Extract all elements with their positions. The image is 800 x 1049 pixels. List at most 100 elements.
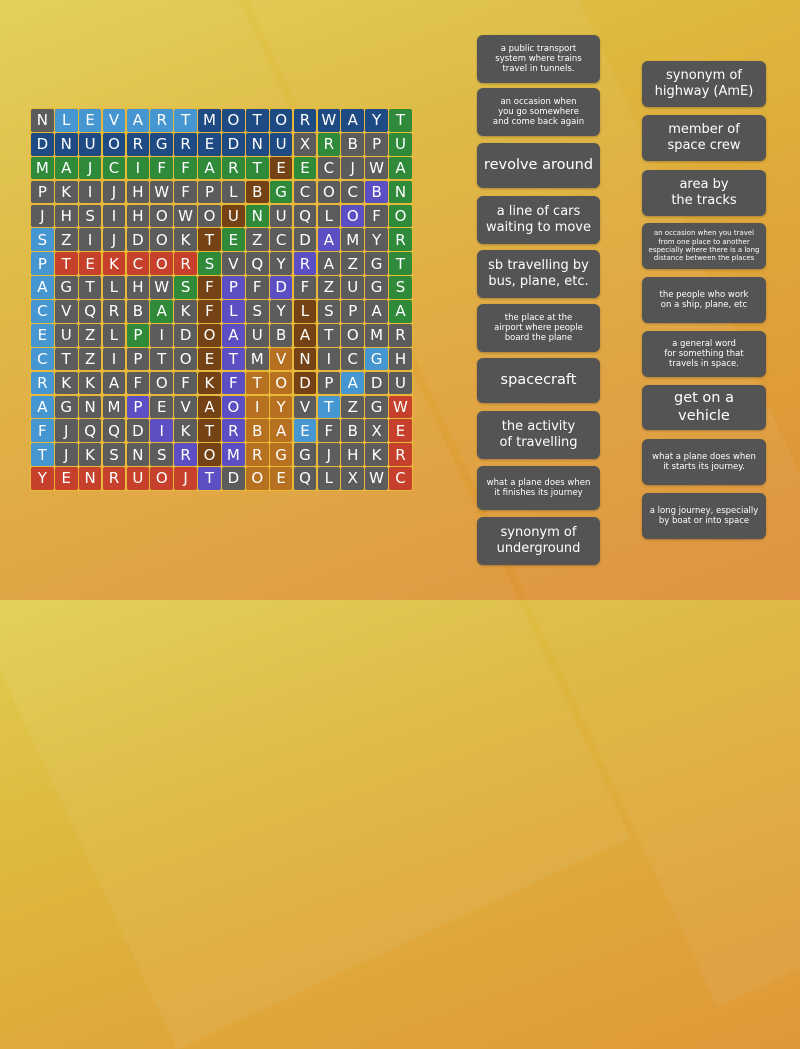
grid-cell[interactable]: E	[198, 347, 221, 371]
grid-cell[interactable]: F	[174, 371, 197, 395]
grid-cell[interactable]: Z	[78, 323, 102, 347]
grid-cell[interactable]: I	[102, 347, 126, 371]
grid-cell[interactable]: M	[102, 395, 126, 419]
grid-cell[interactable]: J	[174, 467, 197, 490]
grid-cell[interactable]: H	[54, 204, 78, 228]
grid-cell[interactable]: Y	[269, 300, 293, 323]
grid-cell[interactable]: C	[102, 156, 126, 180]
clue-card[interactable]: an occasion when you travel from one pla…	[642, 223, 766, 269]
grid-cell[interactable]: R	[317, 132, 341, 156]
grid-cell[interactable]: F	[31, 419, 54, 443]
grid-cell[interactable]: Q	[102, 419, 126, 443]
grid-cell[interactable]: P	[126, 323, 150, 347]
grid-cell[interactable]: O	[150, 228, 174, 252]
clue-card[interactable]: what a plane does when it starts its jou…	[642, 439, 766, 485]
grid-cell[interactable]: L	[54, 109, 78, 132]
grid-cell[interactable]: Q	[293, 204, 317, 228]
grid-cell[interactable]: R	[126, 132, 150, 156]
clue-card[interactable]: sb travelling by bus, plane, etc.	[477, 250, 600, 298]
grid-cell[interactable]: T	[389, 109, 412, 132]
grid-cell[interactable]: A	[317, 252, 341, 275]
grid-cell[interactable]: O	[174, 347, 197, 371]
grid-cell[interactable]: D	[365, 371, 388, 395]
grid-cell[interactable]: B	[341, 132, 365, 156]
grid-cell[interactable]: O	[389, 204, 412, 228]
grid-cell[interactable]: T	[54, 252, 78, 275]
grid-cell[interactable]: N	[389, 180, 412, 204]
grid-cell[interactable]: E	[269, 156, 293, 180]
grid-cell[interactable]: D	[126, 419, 150, 443]
grid-cell[interactable]: B	[245, 180, 269, 204]
grid-cell[interactable]: H	[341, 443, 365, 466]
clue-card[interactable]: spacecraft	[477, 358, 600, 403]
grid-cell[interactable]: O	[198, 443, 221, 466]
grid-cell[interactable]: A	[269, 419, 293, 443]
grid-cell[interactable]: O	[150, 467, 174, 490]
grid-cell[interactable]: P	[198, 180, 221, 204]
grid-cell[interactable]: G	[269, 180, 293, 204]
grid-cell[interactable]: E	[293, 156, 317, 180]
grid-cell[interactable]: T	[174, 109, 197, 132]
grid-cell[interactable]: L	[102, 276, 126, 299]
grid-cell[interactable]: A	[198, 156, 221, 180]
grid-cell[interactable]: W	[365, 467, 388, 490]
grid-cell[interactable]: T	[245, 156, 269, 180]
grid-cell[interactable]: I	[317, 347, 341, 371]
grid-cell[interactable]: B	[269, 323, 293, 347]
grid-cell[interactable]: P	[31, 252, 54, 275]
grid-cell[interactable]: S	[102, 443, 126, 466]
clue-card[interactable]: a public transport system where trains t…	[477, 35, 600, 83]
grid-cell[interactable]: Z	[54, 228, 78, 252]
grid-cell[interactable]: L	[102, 323, 126, 347]
grid-cell[interactable]: D	[222, 467, 245, 490]
grid-cell[interactable]: R	[102, 467, 126, 490]
clue-card[interactable]: member of space crew	[642, 115, 766, 161]
grid-cell[interactable]: O	[150, 371, 174, 395]
grid-cell[interactable]: C	[317, 156, 341, 180]
grid-cell[interactable]: W	[174, 204, 197, 228]
grid-cell[interactable]: I	[102, 204, 126, 228]
grid-cell[interactable]: G	[269, 443, 293, 466]
grid-cell[interactable]: D	[31, 132, 54, 156]
grid-cell[interactable]: U	[78, 132, 102, 156]
grid-cell[interactable]: M	[341, 228, 365, 252]
grid-cell[interactable]: L	[293, 300, 317, 323]
grid-cell[interactable]: O	[269, 109, 293, 132]
grid-cell[interactable]: R	[389, 323, 412, 347]
grid-cell[interactable]: J	[54, 419, 78, 443]
grid-cell[interactable]: D	[293, 371, 317, 395]
grid-cell[interactable]: V	[269, 347, 293, 371]
grid-cell[interactable]: T	[198, 467, 221, 490]
grid-cell[interactable]: O	[341, 204, 365, 228]
grid-cell[interactable]: N	[78, 395, 102, 419]
grid-cell[interactable]: T	[317, 323, 341, 347]
grid-cell[interactable]: F	[245, 276, 269, 299]
grid-cell[interactable]: Q	[78, 300, 102, 323]
clue-card[interactable]: a line of cars waiting to move	[477, 196, 600, 244]
grid-cell[interactable]: W	[389, 395, 412, 419]
grid-cell[interactable]: I	[126, 156, 150, 180]
grid-cell[interactable]: Q	[78, 419, 102, 443]
grid-cell[interactable]: W	[150, 276, 174, 299]
grid-cell[interactable]: T	[198, 228, 221, 252]
grid-cell[interactable]: Y	[365, 109, 388, 132]
grid-cell[interactable]: I	[78, 180, 102, 204]
grid-cell[interactable]: U	[341, 276, 365, 299]
grid-cell[interactable]: H	[389, 347, 412, 371]
grid-cell[interactable]: A	[389, 300, 412, 323]
grid-cell[interactable]: Y	[269, 395, 293, 419]
grid-cell[interactable]: E	[389, 419, 412, 443]
grid-cell[interactable]: T	[150, 347, 174, 371]
grid-cell[interactable]: Z	[245, 228, 269, 252]
grid-cell[interactable]: A	[365, 300, 388, 323]
grid-cell[interactable]: Z	[78, 347, 102, 371]
grid-cell[interactable]: V	[174, 395, 197, 419]
grid-cell[interactable]: R	[150, 109, 174, 132]
grid-cell[interactable]: A	[31, 395, 54, 419]
grid-cell[interactable]: L	[222, 180, 245, 204]
grid-cell[interactable]: D	[174, 323, 197, 347]
clue-card[interactable]: area by the tracks	[642, 170, 766, 216]
grid-cell[interactable]: Q	[293, 467, 317, 490]
grid-cell[interactable]: T	[245, 109, 269, 132]
grid-cell[interactable]: S	[78, 204, 102, 228]
